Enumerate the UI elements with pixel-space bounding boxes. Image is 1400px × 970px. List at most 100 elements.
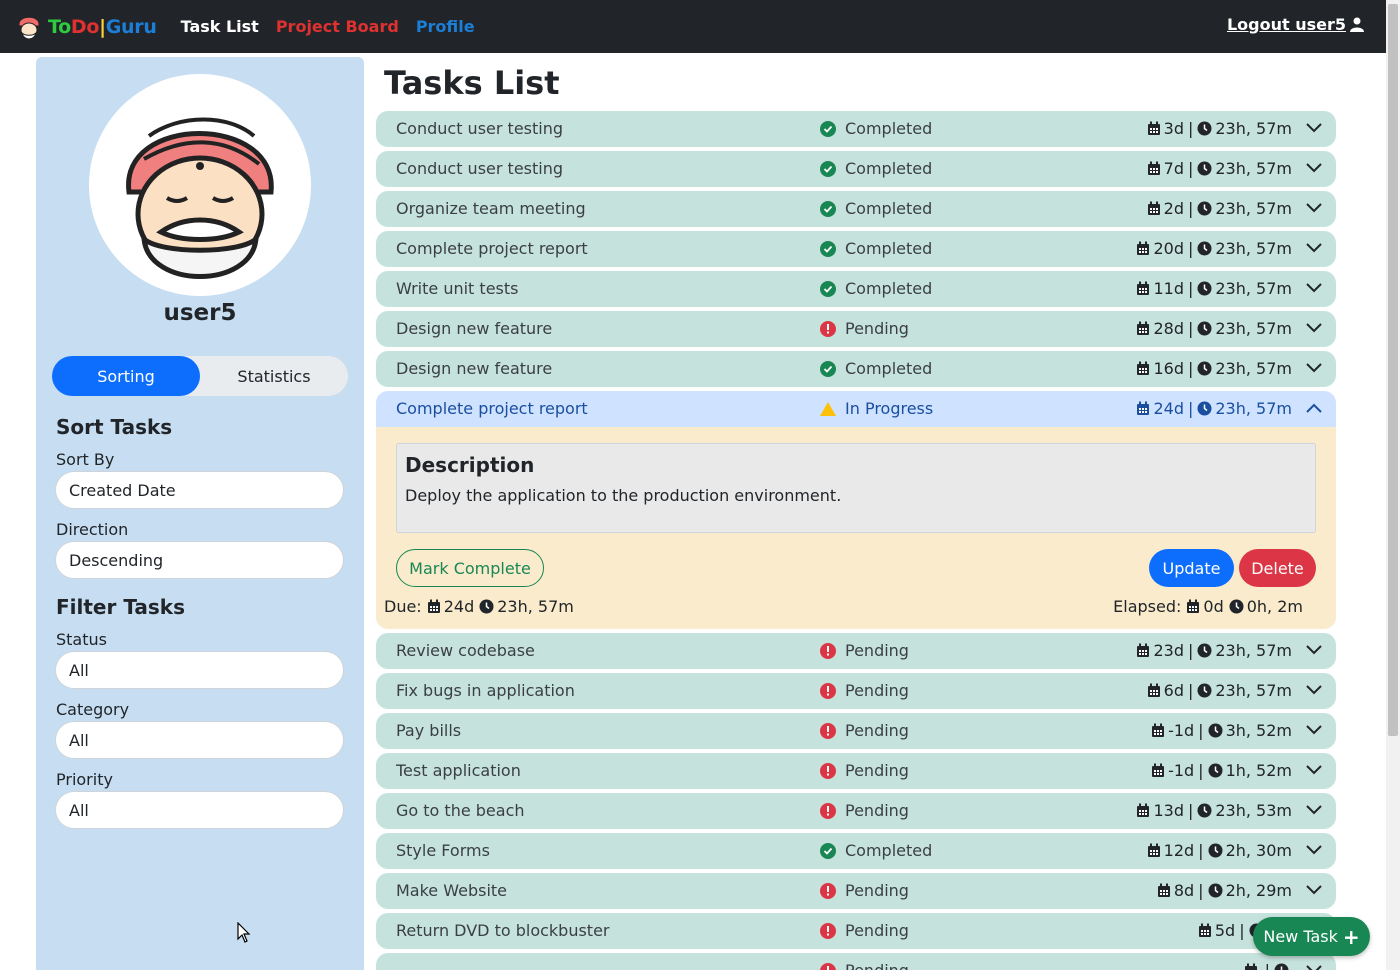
chevron-down-icon[interactable] [1306,845,1322,855]
task-row[interactable]: Pending | [376,953,1336,970]
clock-icon [1197,683,1212,698]
task-row[interactable]: Pay bills Pending -1d | 3h, 52m [376,713,1336,749]
task-row[interactable]: Design new feature Completed 16d | 23h, 57m [376,351,1336,387]
chevron-down-icon[interactable] [1306,323,1322,333]
task-row[interactable]: Write unit tests Completed 11d | 23h, 57m [376,271,1336,307]
exclamation-circle-icon [820,962,836,970]
task-status: Pending [820,921,909,940]
task-name: Review codebase [396,641,535,660]
mark-complete-button[interactable]: Mark Complete [396,549,544,587]
separator: | [1187,641,1194,660]
task-due: 3d | 23h, 57m [1147,119,1292,138]
description-title: Description [405,453,535,477]
task-row[interactable]: Fix bugs in application Pending 6d | 23h, 57… [376,673,1336,709]
task-row[interactable]: Go to the beach Pending 13d | 23h, 53m [376,793,1336,829]
task-row[interactable]: Complete project report Completed 20d | 23h,… [376,231,1336,267]
brand[interactable]: ToDo|Guru [16,12,157,42]
chevron-down-icon[interactable] [1306,885,1322,895]
clock-icon [1197,161,1212,176]
top-navbar: ToDo|Guru Task List Project Board Profil… [0,0,1386,53]
separator: | [1187,199,1194,218]
task-status: Pending [820,681,909,700]
task-name: Complete project report [396,239,588,258]
task-row[interactable]: Complete project report In Progress 24d | 23… [376,391,1336,427]
priority-filter-select[interactable]: All [55,791,344,829]
task-row[interactable]: Conduct user testing Completed 7d | 23h, 57m [376,151,1336,187]
task-due-days: 23d [1153,641,1184,660]
clock-icon [1274,963,1289,970]
scrollbar-thumb[interactable] [1388,4,1398,736]
task-due-time: 23h, 57m [1215,681,1292,700]
chevron-down-icon[interactable] [1306,725,1322,735]
guru-logo-icon [18,16,40,39]
description-text: Deploy the application to the production… [405,486,842,505]
task-due-days: 20d [1153,239,1184,258]
tab-sorting[interactable]: Sorting [52,356,200,396]
task-row[interactable]: Review codebase Pending 23d | 23h, 57m [376,633,1336,669]
due-days: 24d [443,597,475,616]
status-filter-select[interactable]: All [55,651,344,689]
task-row[interactable]: Organize team meeting Completed 2d | 23h, 57… [376,191,1336,227]
task-due: 16d | 23h, 57m [1136,359,1292,378]
chevron-up-icon[interactable] [1306,403,1322,413]
chevron-down-icon[interactable] [1306,645,1322,655]
exclamation-circle-icon [820,320,836,337]
category-filter-select[interactable]: All [55,721,344,759]
task-row[interactable]: Return DVD to blockbusterPending5d|3h, [376,913,1336,949]
task-name: Design new feature [396,319,553,338]
task-due: 23d | 23h, 57m [1136,641,1292,660]
calendar-icon [1147,683,1160,697]
nav-project-board[interactable]: Project Board [276,17,399,36]
direction-select[interactable]: Descending [55,541,344,579]
chevron-down-icon[interactable] [1306,765,1322,775]
task-status-label: Completed [845,119,933,138]
task-due: 28d | 23h, 57m [1136,319,1292,338]
clock-icon [1208,723,1223,738]
chevron-down-icon[interactable] [1306,283,1322,293]
task-name: Pay bills [396,721,462,740]
chevron-down-icon[interactable] [1306,163,1322,173]
task-due-days: 11d [1153,279,1184,298]
task-status-label: Pending [845,319,909,338]
check-circle-icon [820,160,836,177]
calendar-icon [1137,643,1150,657]
task-status-label: Pending [845,641,909,660]
chevron-down-icon[interactable] [1306,123,1322,133]
calendar-icon [1147,121,1160,135]
chevron-down-icon[interactable] [1306,243,1322,253]
task-row[interactable]: Conduct user testing Completed 3d | 23h, 57m [376,111,1336,147]
task-due-days: 3d [1163,119,1184,138]
logout-link[interactable]: Logout user5 [1227,15,1364,34]
delete-button[interactable]: Delete [1239,549,1316,587]
calendar-icon [1187,599,1200,613]
chevron-down-icon[interactable] [1306,965,1322,970]
task-due-time: 1h, 52m [1225,761,1292,780]
chevron-down-icon[interactable] [1306,203,1322,213]
tab-statistics[interactable]: Statistics [200,356,348,396]
task-due: 24d | 23h, 57m [1136,399,1292,418]
task-row[interactable]: Style Forms Completed 12d | 2h, 30m [376,833,1336,869]
task-row[interactable]: Make Website Pending 8d | 2h, 29m [376,873,1336,909]
new-task-button[interactable]: New Task + [1253,917,1370,956]
chevron-down-icon[interactable] [1306,805,1322,815]
chevron-down-icon[interactable] [1306,363,1322,373]
task-due-time: 23h, 57m [1215,319,1292,338]
sort-tasks-heading: Sort Tasks [56,415,173,439]
task-status: Pending [820,961,909,970]
task-due-days: -1d [1168,761,1195,780]
nav-task-list[interactable]: Task List [181,17,259,36]
task-status-label: Pending [845,681,909,700]
sort-by-select[interactable]: Created Date [55,471,344,509]
chevron-down-icon[interactable] [1306,685,1322,695]
page-scrollbar[interactable] [1386,0,1400,970]
task-due: 7d | 23h, 57m [1147,159,1292,178]
update-button[interactable]: Update [1149,549,1234,587]
sidebar: user5 Sorting Statistics Sort Tasks Sort… [36,57,364,970]
task-status: Pending [820,721,909,740]
task-due-time: 23h, 53m [1215,801,1292,820]
task-row[interactable]: Test application Pending -1d | 1h, 52m [376,753,1336,789]
nav-profile[interactable]: Profile [416,17,475,36]
elapsed-days: 0d [1203,597,1224,616]
check-circle-icon [820,120,836,137]
task-row[interactable]: Design new feature Pending 28d | 23h, 57m [376,311,1336,347]
